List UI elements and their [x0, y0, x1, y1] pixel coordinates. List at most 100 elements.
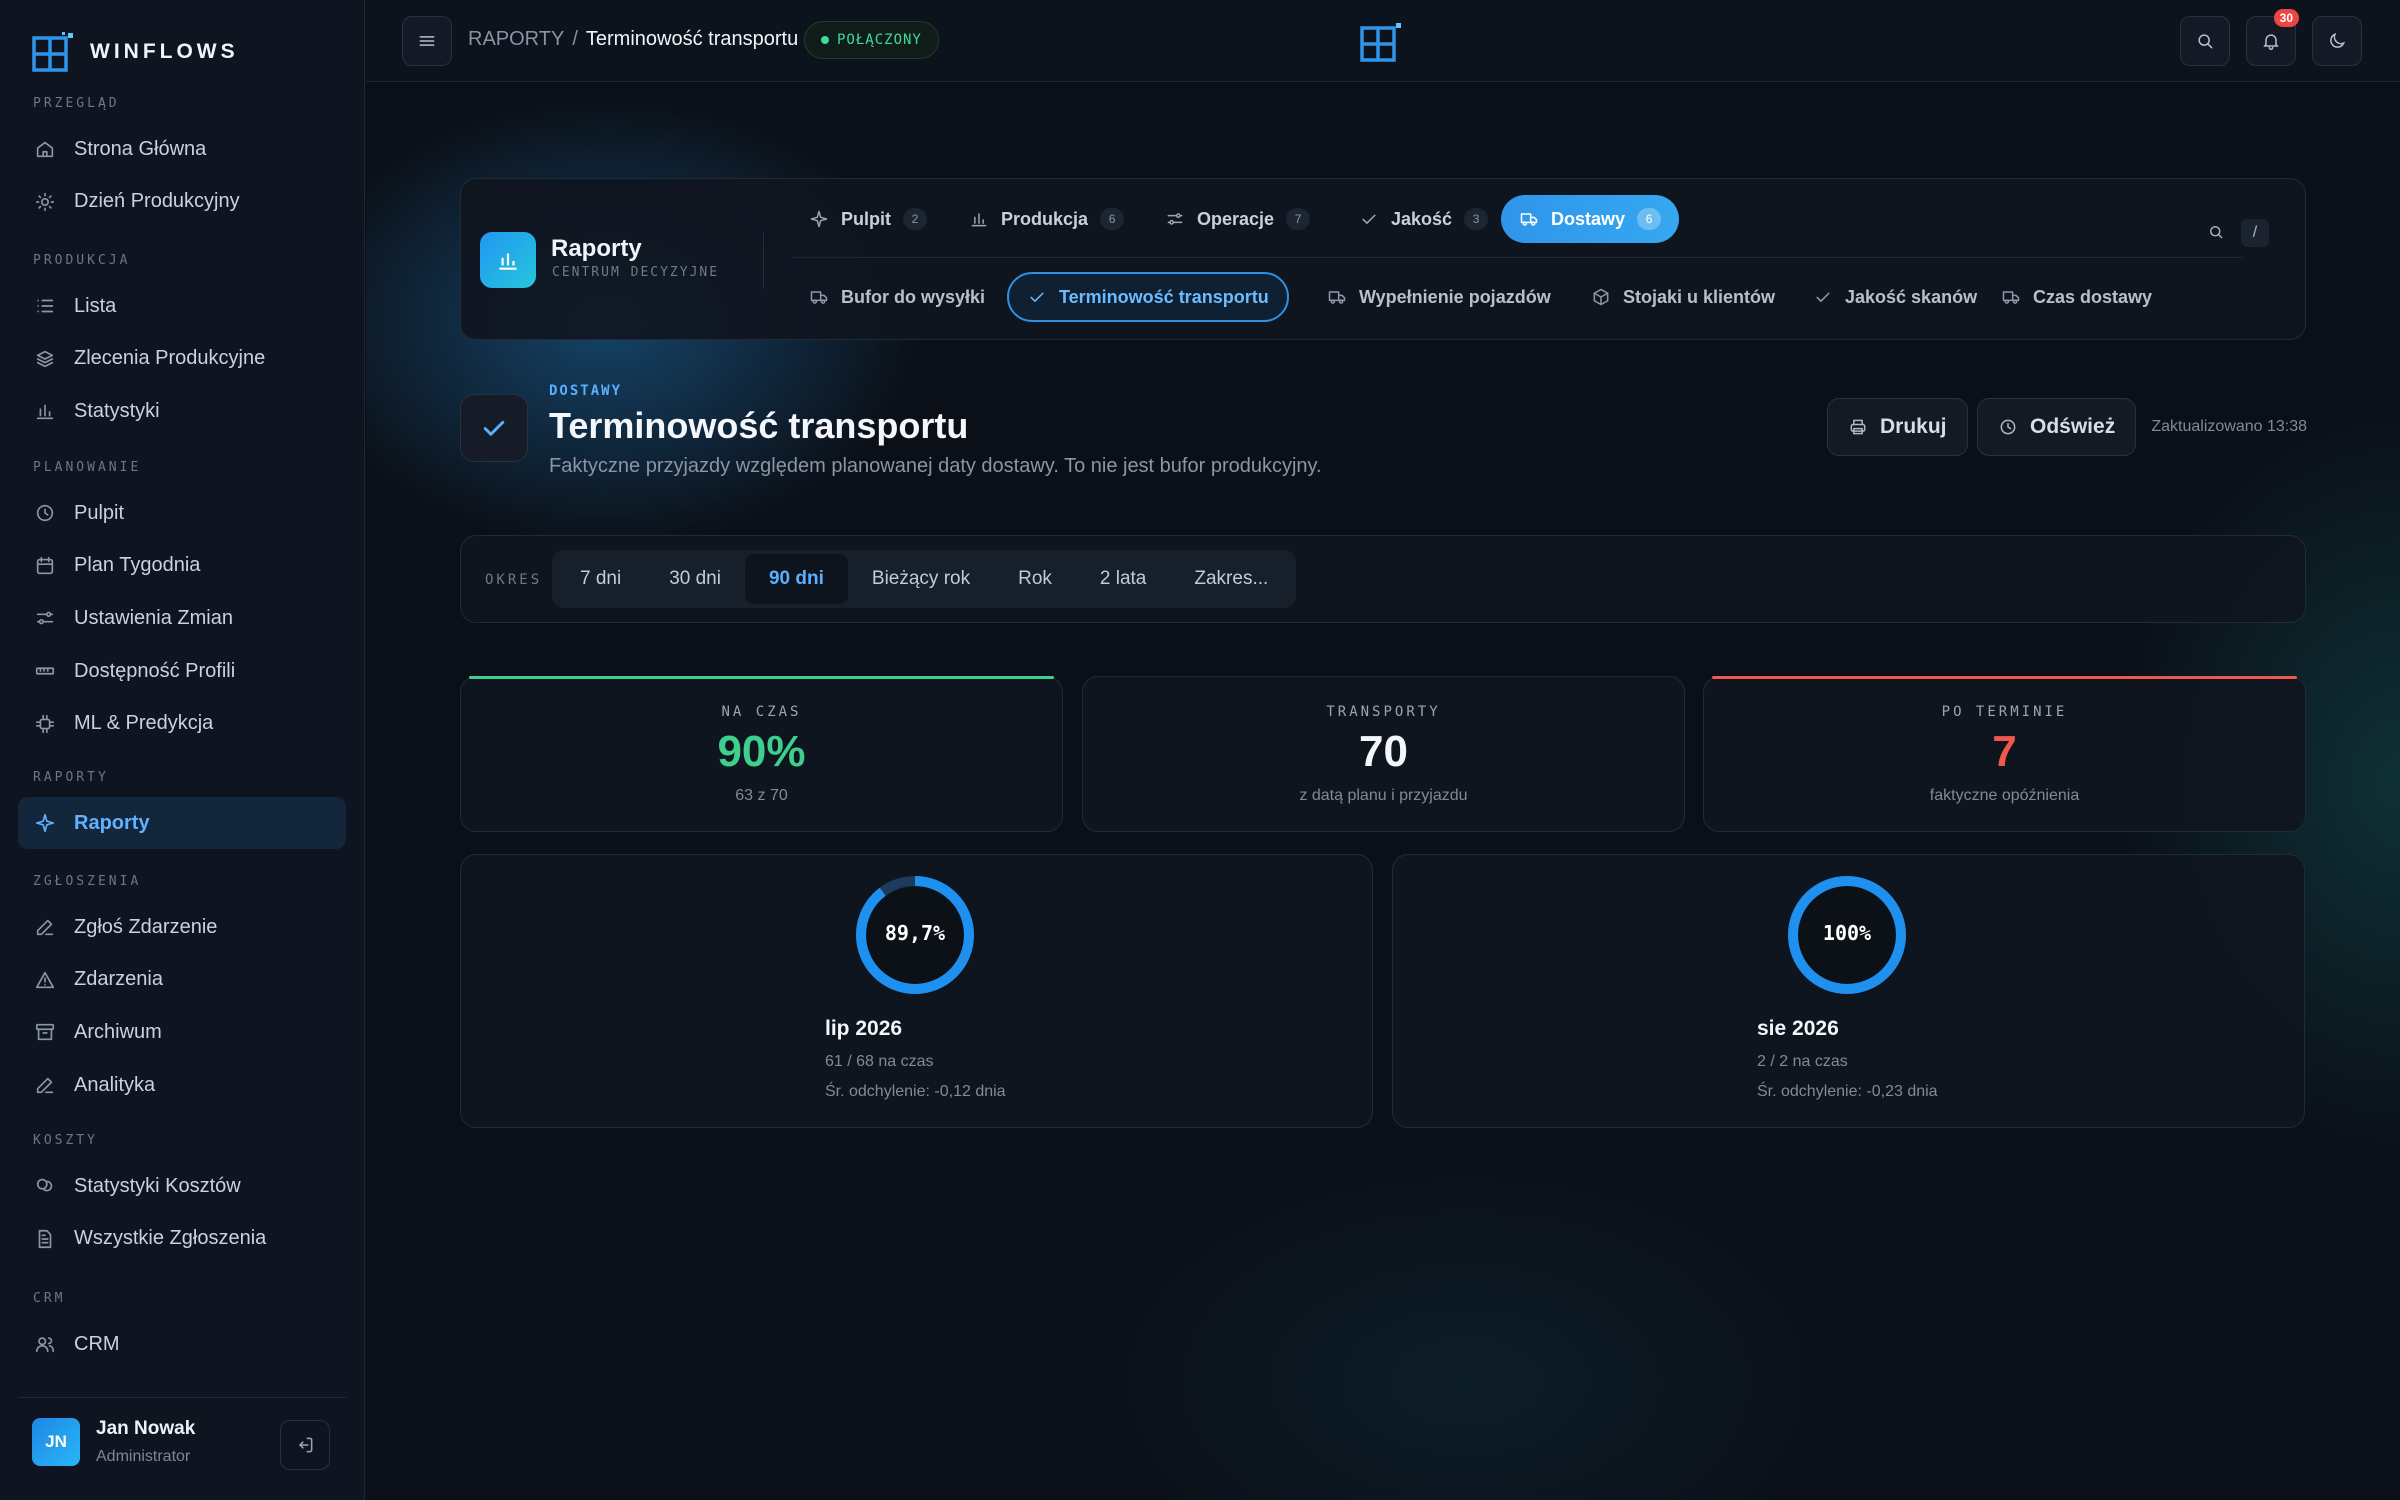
truck-icon [2002, 291, 2020, 304]
reports-title: Raporty [551, 235, 642, 262]
reports-logo [480, 232, 536, 288]
nav-section-zgloszenia: ZGŁOSZENIA [33, 874, 142, 889]
search-button[interactable] [2180, 16, 2230, 66]
subtab-stojaki-u-klientow[interactable]: Stojaki u klientów [1573, 272, 1793, 322]
winflows-logo-icon [32, 32, 73, 72]
clock-icon [2000, 419, 2016, 435]
subtab-label: Wypełnienie pojazdów [1359, 286, 1551, 307]
sidebar-item-ustawienia-zmian[interactable]: Ustawienia Zmian [18, 592, 346, 644]
sidebar-item-dostepnosc-profili[interactable]: Dostępność Profili [18, 645, 346, 697]
nav-section-produkcja: PRODUKCJA [33, 253, 131, 268]
sparkle-icon [35, 813, 55, 833]
ruler-icon [35, 667, 55, 675]
check-icon [483, 420, 505, 436]
ring-percent-label: 89,7% [884, 921, 946, 945]
check-icon [1362, 214, 1376, 224]
sidebar-item-strona-glowna[interactable]: Strona Główna [18, 123, 346, 175]
sidebar-item-zdarzenia[interactable]: Zdarzenia [18, 954, 346, 1006]
sidebar-item-label: Archiwum [74, 1020, 162, 1043]
nav-section-raporty: RAPORTY [33, 770, 109, 785]
theme-toggle-button[interactable] [2312, 16, 2362, 66]
subtab-bufor-do-wysylki[interactable]: Bufor do wysyłki [791, 272, 1003, 322]
sidebar-item-zglos-zdarzenie[interactable]: Zgłoś Zdarzenie [18, 901, 346, 953]
users-icon [35, 1337, 55, 1353]
print-button[interactable]: Drukuj [1827, 398, 1968, 456]
sidebar-item-zlecenia-produkcyjne[interactable]: Zlecenia Produkcyjne [18, 333, 346, 385]
sidebar-item-plan-tygodnia[interactable]: Plan Tygodnia [18, 540, 346, 592]
kpi-label: TRANSPORTY [1326, 704, 1441, 720]
bar-chart-icon [36, 405, 54, 420]
pencil-icon [36, 919, 54, 936]
tab-label: Pulpit [841, 208, 891, 229]
sidebar-item-raporty[interactable]: Raporty [18, 797, 346, 849]
tab-operacje[interactable]: Operacje 7 [1147, 195, 1328, 243]
tab-label: Operacje [1197, 208, 1275, 229]
tab-label: Dostawy [1551, 208, 1626, 229]
tab-label: Produkcja [1001, 208, 1089, 229]
sidebar-item-analityka[interactable]: Analityka [18, 1059, 346, 1111]
subtab-label: Jakość skanów [1845, 286, 1978, 307]
period-option-30-dni[interactable]: 30 dni [645, 554, 745, 604]
sidebar-item-crm[interactable]: CRM [18, 1318, 346, 1370]
user-profile[interactable]: JN Jan Nowak Administrator [32, 1418, 195, 1466]
calendar-icon [36, 556, 54, 574]
brand[interactable]: WINFLOWS [32, 32, 239, 72]
month-card: 89,7% lip 2026 61 / 68 na czas Śr. odchylen… [460, 854, 1373, 1128]
period-segmented-control: 7 dni 30 dni 90 dni Bieżący rok Rok 2 lata Zak… [552, 550, 1297, 608]
kpi-card-na-czas: NA CZAS 90% 63 z 70 [460, 676, 1063, 832]
subtab-label: Stojaki u klientów [1623, 286, 1776, 307]
kpi-subtext: z datą planu i przyjazdu [1299, 787, 1468, 804]
reports-separator [763, 231, 764, 289]
tab-count-badge: 2 [903, 208, 927, 230]
subtab-wypelnienie-pojazdow[interactable]: Wypełnienie pojazdów [1309, 272, 1569, 322]
page-title: Terminowość transportu [549, 405, 969, 446]
page-eyebrow: DOSTAWY [549, 383, 623, 399]
period-option-zakres[interactable]: Zakres... [1170, 554, 1292, 604]
month-card: 100% sie 2026 2 / 2 na czas Śr. odchylenie:… [1392, 854, 2305, 1128]
notifications-button[interactable]: 30 [2246, 9, 2299, 66]
period-option-biezacy-rok[interactable]: Bieżący rok [848, 554, 994, 604]
tab-count-badge: 6 [1637, 208, 1662, 230]
subtab-jakosc-skanow[interactable]: Jakość skanów [1795, 272, 1995, 322]
sidebar-item-ml-predykcja[interactable]: ML & Predykcja [18, 698, 346, 750]
sidebar-item-dzien-produkcyjny[interactable]: Dzień Produkcyjny [18, 176, 346, 228]
sidebar-item-lista[interactable]: Lista [18, 280, 346, 332]
user-divider [18, 1397, 346, 1398]
subtab-czas-dostawy[interactable]: Czas dostawy [1983, 272, 2170, 322]
print-label: Drukuj [1880, 415, 1947, 438]
refresh-button[interactable]: Odśwież [1977, 398, 2137, 456]
tab-dostawy[interactable]: Dostawy 6 [1501, 195, 1680, 243]
subtab-terminowosc-transportu[interactable]: Terminowość transportu [1007, 272, 1289, 322]
coins-icon [36, 1178, 53, 1192]
bar-chart-icon [971, 213, 987, 227]
menu-toggle-button[interactable] [402, 16, 452, 66]
tab-label: Jakość [1391, 208, 1453, 229]
sidebar-item-label: Analityka [74, 1073, 156, 1096]
sidebar-item-statystyki-kosztow[interactable]: Statystyki Kosztów [18, 1160, 346, 1212]
period-option-rok[interactable]: Rok [994, 554, 1076, 604]
sidebar-item-archiwum[interactable]: Archiwum [18, 1006, 346, 1058]
tab-pulpit[interactable]: Pulpit 2 [791, 195, 945, 243]
truck-icon [1520, 213, 1538, 226]
bar-chart-icon [499, 253, 517, 270]
period-option-7-dni[interactable]: 7 dni [556, 554, 645, 604]
logout-icon [298, 1437, 313, 1453]
tab-jakosc[interactable]: Jakość 3 [1341, 195, 1506, 243]
breadcrumb-root[interactable]: RAPORTY [468, 28, 564, 51]
sidebar-item-wszystkie-zgloszenia[interactable]: Wszystkie Zgłoszenia [18, 1213, 346, 1265]
notifications-count-badge: 30 [2273, 9, 2299, 27]
report-search-button[interactable] [2207, 223, 2225, 246]
tab-produkcja[interactable]: Produkcja 6 [951, 195, 1142, 243]
nav-section-planowanie: PLANOWANIE [33, 460, 142, 475]
logout-button[interactable] [280, 1420, 330, 1470]
center-logo-icon[interactable] [1360, 22, 1402, 62]
truck-icon [1328, 291, 1346, 304]
breadcrumb: RAPORTY / Terminowość transportu [468, 28, 798, 51]
truck-icon [810, 291, 828, 304]
file-icon [38, 1229, 52, 1248]
sidebar-item-pulpit[interactable]: Pulpit [18, 487, 346, 539]
hamburger-icon [419, 36, 435, 46]
period-option-2-lata[interactable]: 2 lata [1076, 554, 1170, 604]
sidebar-item-statystyki[interactable]: Statystyki [18, 385, 346, 437]
period-option-90-dni[interactable]: 90 dni [744, 554, 848, 604]
